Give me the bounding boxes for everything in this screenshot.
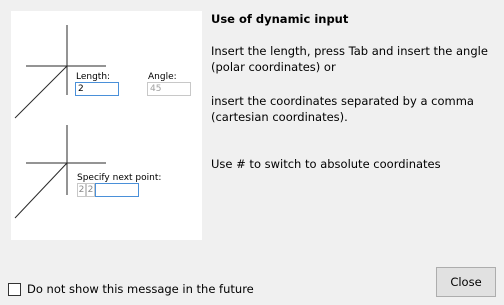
- polar-line-top: [14, 65, 68, 119]
- close-button[interactable]: Close: [436, 267, 496, 297]
- polar-line-bottom: [14, 162, 68, 219]
- dynamic-input-illustration: Length: 2 Angle: 45 Specify next point: …: [11, 11, 202, 240]
- angle-field: 45: [147, 82, 191, 96]
- do-not-show-again-label[interactable]: Do not show this message in the future: [27, 282, 254, 296]
- dialog-heading: Use of dynamic input: [211, 12, 349, 26]
- do-not-show-again-checkbox[interactable]: [8, 282, 21, 296]
- cartesian-instructions: insert the coordinates separated by a co…: [211, 94, 474, 124]
- specify-next-point-label: Specify next point:: [77, 173, 162, 183]
- length-label: Length:: [76, 72, 111, 82]
- coordinate-cell-y: 2: [86, 183, 95, 197]
- angle-label: Angle:: [148, 72, 177, 82]
- polar-instructions: Insert the length, press Tab and insert …: [211, 44, 488, 74]
- absolute-coordinates-hint: Use # to switch to absolute coordinates: [211, 157, 441, 171]
- do-not-show-again-row[interactable]: Do not show this message in the future: [8, 282, 254, 296]
- coordinate-cell-x: 2: [77, 183, 86, 197]
- coordinate-input-field: [95, 183, 139, 197]
- length-field: 2: [75, 82, 119, 96]
- illustration-drawing: [14, 25, 106, 219]
